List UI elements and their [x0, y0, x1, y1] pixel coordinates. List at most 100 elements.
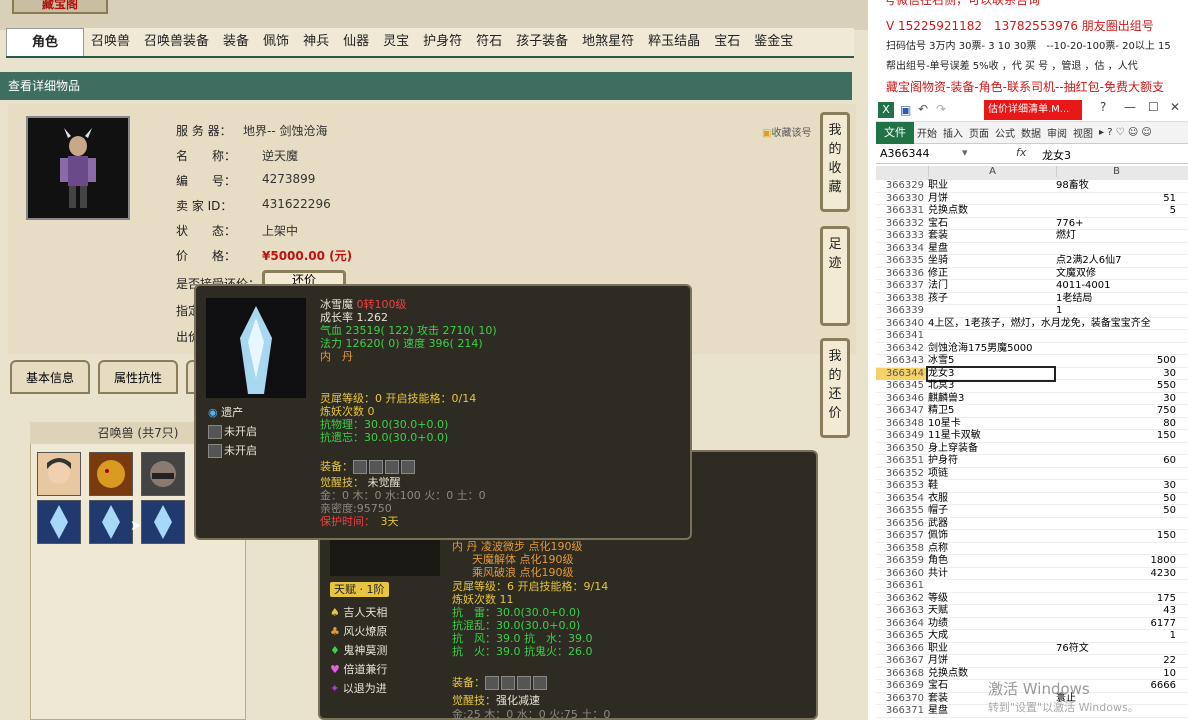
- cell-c[interactable]: 10: [1106, 668, 1176, 681]
- ribbon-tab-layout[interactable]: 页面: [966, 125, 992, 140]
- tab-child-equip[interactable]: 孩子装备: [509, 28, 575, 56]
- cell-a[interactable]: 麒麟兽3: [928, 393, 964, 406]
- my-offers-button[interactable]: 我的还价: [820, 338, 850, 438]
- cell-c[interactable]: 4230: [1106, 568, 1176, 581]
- cell-a[interactable]: 兑换点数: [928, 668, 968, 681]
- cell-a[interactable]: 坐骑: [928, 255, 948, 268]
- cell-b[interactable]: 4011-4001: [1056, 280, 1111, 293]
- cell-c[interactable]: 60: [1106, 455, 1176, 468]
- pet-thumb-2[interactable]: [89, 452, 133, 496]
- tab-pet-equip[interactable]: 召唤兽装备: [137, 28, 216, 56]
- cell-b[interactable]: 76符文: [1056, 643, 1089, 656]
- cell-a[interactable]: 4上区，1老孩子，燃灯，水月龙免，装备宝宝齐全: [928, 318, 1151, 331]
- cell-c[interactable]: 150: [1106, 530, 1176, 543]
- tab-appraise[interactable]: 鉴金宝: [747, 28, 800, 56]
- tab-spirit-treasure[interactable]: 灵宝: [376, 28, 416, 56]
- cell-a[interactable]: 精卫5: [928, 405, 954, 418]
- tab-divine-weapon[interactable]: 神兵: [296, 28, 336, 56]
- cell-a[interactable]: 套装: [928, 693, 948, 706]
- cell-a[interactable]: 武器: [928, 518, 948, 531]
- minimize-icon[interactable]: —: [1124, 100, 1136, 114]
- cell-a[interactable]: 护身符: [928, 455, 958, 468]
- cell-a[interactable]: 星盘: [928, 705, 948, 718]
- pet-thumb-4[interactable]: [37, 500, 81, 544]
- cell-a[interactable]: 天赋: [928, 605, 948, 618]
- my-favorites-button[interactable]: 我的收藏: [820, 112, 850, 212]
- name-box[interactable]: A366344: [880, 147, 960, 160]
- cell-a[interactable]: 宝石: [928, 680, 948, 693]
- help-icon[interactable]: ?: [1100, 100, 1106, 114]
- namebox-dropdown-icon[interactable]: ▾: [962, 146, 968, 159]
- cell-a[interactable]: 修正: [928, 268, 948, 281]
- cell-c[interactable]: 6177: [1106, 618, 1176, 631]
- cell-a[interactable]: 月饼: [928, 655, 948, 668]
- cell-a[interactable]: 星盘: [928, 243, 948, 256]
- tab-accessory[interactable]: 佩饰: [256, 28, 296, 56]
- cell-b[interactable]: 98畜牧: [1056, 180, 1089, 193]
- cell-a[interactable]: 10星卡: [928, 418, 961, 431]
- cell-b[interactable]: 1: [1056, 305, 1062, 318]
- tab-role[interactable]: 角色: [6, 28, 84, 56]
- cell-c[interactable]: 30: [1106, 393, 1176, 406]
- cell-a[interactable]: 角色: [928, 555, 948, 568]
- cell-a[interactable]: 功绩: [928, 618, 948, 631]
- cell-a[interactable]: 鞋: [928, 480, 938, 493]
- ribbon-tab-view[interactable]: 视图: [1070, 125, 1096, 140]
- cell-a[interactable]: 大成: [928, 630, 948, 643]
- tab-gem[interactable]: 宝石: [707, 28, 747, 56]
- cell-c[interactable]: 22: [1106, 655, 1176, 668]
- redo-icon[interactable]: ↷: [936, 102, 946, 116]
- ribbon-tab-home[interactable]: 开始: [914, 125, 940, 140]
- save-icon[interactable]: ▣: [900, 103, 911, 117]
- cell-a[interactable]: 北冥3: [928, 380, 954, 393]
- cell-a[interactable]: 职业: [928, 180, 948, 193]
- tab-basic-info[interactable]: 基本信息: [10, 360, 90, 394]
- cell-c[interactable]: 1: [1106, 630, 1176, 643]
- cell-a[interactable]: 法门: [928, 280, 948, 293]
- formula-input[interactable]: 龙女3: [1042, 147, 1071, 163]
- ribbon-tab-insert[interactable]: 插入: [940, 125, 966, 140]
- cell-a[interactable]: 宝石: [928, 218, 948, 231]
- cell-c[interactable]: 50: [1106, 493, 1176, 506]
- undo-icon[interactable]: ↶: [918, 102, 928, 116]
- cell-a[interactable]: 共计: [928, 568, 948, 581]
- pet-thumb-1[interactable]: [37, 452, 81, 496]
- cell-b[interactable]: 1老结局: [1056, 293, 1092, 306]
- cell-a[interactable]: 兑换点数: [928, 205, 968, 218]
- cell-c[interactable]: 30: [1106, 368, 1176, 381]
- cell-a[interactable]: 套装: [928, 230, 948, 243]
- maximize-icon[interactable]: ☐: [1148, 100, 1159, 114]
- cell-c[interactable]: 1800: [1106, 555, 1176, 568]
- cell-b[interactable]: 776+: [1056, 218, 1083, 231]
- cell-c[interactable]: 6666: [1106, 680, 1176, 693]
- cell-c[interactable]: 80: [1106, 418, 1176, 431]
- cell-b[interactable]: 燃灯: [1056, 230, 1076, 243]
- tab-amulet[interactable]: 护身符: [416, 28, 469, 56]
- cell-c[interactable]: 50: [1106, 505, 1176, 518]
- cell-b[interactable]: 点2满2人6仙7: [1056, 255, 1121, 268]
- cell-c[interactable]: 5: [1106, 205, 1176, 218]
- cell-c[interactable]: 51: [1106, 193, 1176, 206]
- cell-c[interactable]: 175: [1106, 593, 1176, 606]
- ribbon-more-icon[interactable]: ▸ ? ♡ ☺ ☺: [1096, 127, 1155, 138]
- ribbon-tab-formula[interactable]: 公式: [992, 125, 1018, 140]
- cell-a[interactable]: 佩饰: [928, 530, 948, 543]
- cell-a[interactable]: 11星卡双敏: [928, 430, 981, 443]
- cell-c[interactable]: 500: [1106, 355, 1176, 368]
- tab-star-rune[interactable]: 地煞星符: [575, 28, 641, 56]
- cell-a[interactable]: 衣服: [928, 493, 948, 506]
- pet-thumb-3[interactable]: [141, 452, 185, 496]
- ribbon-tab-review[interactable]: 审阅: [1044, 125, 1070, 140]
- tab-resist[interactable]: 属性抗性: [98, 360, 178, 394]
- tab-rune-stone[interactable]: 符石: [469, 28, 509, 56]
- cell-c[interactable]: 43: [1106, 605, 1176, 618]
- cell-a[interactable]: 身上穿装备: [928, 443, 978, 456]
- cell-b[interactable]: 文魔双修: [1056, 268, 1096, 281]
- tab-jade-crystal[interactable]: 粹玉结晶: [641, 28, 707, 56]
- close-icon[interactable]: ✕: [1170, 100, 1180, 114]
- ribbon-tab-data[interactable]: 数据: [1018, 125, 1044, 140]
- cell-a[interactable]: 剑蚀沧海175男魔5000: [928, 343, 1033, 356]
- cell-c[interactable]: 150: [1106, 430, 1176, 443]
- cell-a[interactable]: 冰雪5: [928, 355, 954, 368]
- tab-immortal-item[interactable]: 仙器: [336, 28, 376, 56]
